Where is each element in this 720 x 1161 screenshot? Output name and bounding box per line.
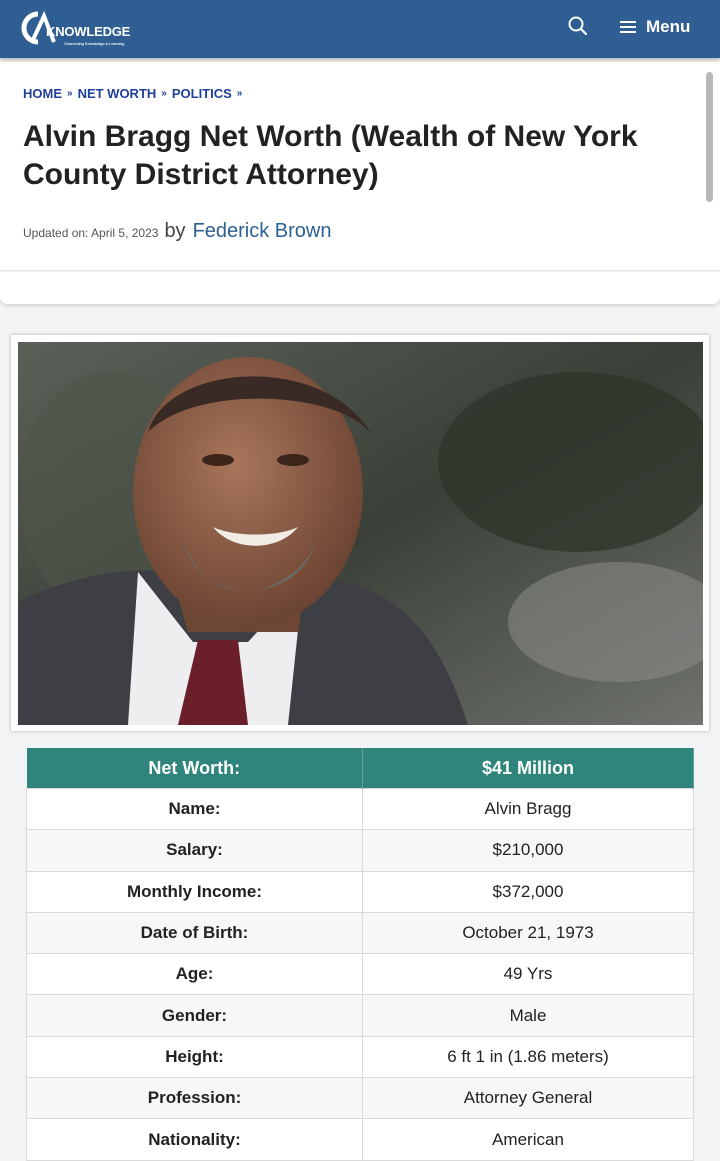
table-header-row: Net Worth: $41 Million bbox=[26, 748, 694, 789]
table-row: Date of Birth: October 21, 1973 bbox=[26, 911, 694, 955]
row-value: Alvin Bragg bbox=[362, 787, 694, 831]
breadcrumb-separator: » bbox=[67, 88, 73, 99]
updated-date: Updated on: April 5, 2023 bbox=[23, 226, 159, 240]
table-row: Name: Alvin Bragg bbox=[26, 787, 694, 831]
row-key: Height: bbox=[26, 1035, 363, 1079]
breadcrumb-politics[interactable]: POLITICS bbox=[172, 86, 232, 101]
scrollbar[interactable] bbox=[706, 72, 713, 202]
row-value: October 21, 1973 bbox=[362, 911, 694, 955]
table-row: Age: 49 Yrs bbox=[26, 953, 694, 996]
table-header-value: $41 Million bbox=[362, 748, 694, 789]
breadcrumb-separator: » bbox=[236, 88, 243, 99]
row-value: 6 ft 1 in (1.86 meters) bbox=[362, 1035, 694, 1079]
table-row: Monthly Income: $372,000 bbox=[26, 870, 694, 913]
top-navigation-bar: KNOWLEDGE Connecting Knowledge & Learnin… bbox=[0, 0, 720, 58]
row-key: Monthly Income: bbox=[26, 870, 363, 913]
table-header-key: Net Worth: bbox=[26, 748, 363, 789]
table-row: Gender: Male bbox=[26, 994, 694, 1037]
menu-label: Menu bbox=[646, 17, 691, 36]
by-label: by bbox=[164, 220, 186, 242]
row-value: Attorney General bbox=[362, 1077, 694, 1120]
breadcrumb-home[interactable]: HOME bbox=[23, 86, 62, 101]
row-key: Age: bbox=[26, 953, 363, 996]
featured-portrait-image bbox=[18, 342, 703, 725]
row-key: Gender: bbox=[26, 994, 363, 1037]
table-row: Height: 6 ft 1 in (1.86 meters) bbox=[26, 1035, 694, 1079]
row-value: $372,000 bbox=[362, 870, 694, 913]
author-link[interactable]: Federick Brown bbox=[193, 220, 332, 243]
hamburger-icon bbox=[620, 21, 636, 33]
table-row: Salary: $210,000 bbox=[26, 829, 694, 872]
search-button[interactable] bbox=[566, 14, 590, 38]
row-value: 49 Yrs bbox=[362, 953, 694, 996]
row-value: American bbox=[362, 1118, 694, 1161]
breadcrumb-separator: » bbox=[161, 88, 167, 99]
row-key: Date of Birth: bbox=[26, 911, 363, 955]
site-logo[interactable]: KNOWLEDGE Connecting Knowledge & Learnin… bbox=[16, 8, 130, 48]
net-worth-info-table: Net Worth: $41 Million Name: Alvin Bragg… bbox=[26, 748, 694, 1161]
content-divider-card bbox=[0, 272, 720, 304]
breadcrumb-net-worth[interactable]: NET WORTH bbox=[78, 86, 157, 101]
article-header-card: HOME » NET WORTH » POLITICS » Alvin Brag… bbox=[0, 62, 720, 271]
row-value: $210,000 bbox=[362, 829, 694, 872]
featured-image-frame bbox=[11, 335, 709, 731]
row-value: Male bbox=[362, 994, 694, 1037]
row-key: Nationality: bbox=[26, 1118, 363, 1161]
search-icon bbox=[568, 16, 588, 36]
table-row: Profession: Attorney General bbox=[26, 1077, 694, 1120]
row-key: Profession: bbox=[26, 1077, 363, 1120]
logo-text: KNOWLEDGE Connecting Knowledge & Learnin… bbox=[46, 23, 131, 46]
logo-tagline: Connecting Knowledge & Learning bbox=[64, 40, 125, 46]
row-key: Name: bbox=[26, 787, 363, 831]
breadcrumb: HOME » NET WORTH » POLITICS » bbox=[23, 86, 247, 101]
menu-button[interactable]: Menu bbox=[620, 14, 690, 40]
article-meta: Updated on: April 5, 2023 by Federick Br… bbox=[23, 220, 332, 243]
row-key: Salary: bbox=[26, 829, 363, 872]
page-title: Alvin Bragg Net Worth (Wealth of New Yor… bbox=[23, 120, 638, 191]
table-row: Nationality: American bbox=[26, 1118, 694, 1161]
